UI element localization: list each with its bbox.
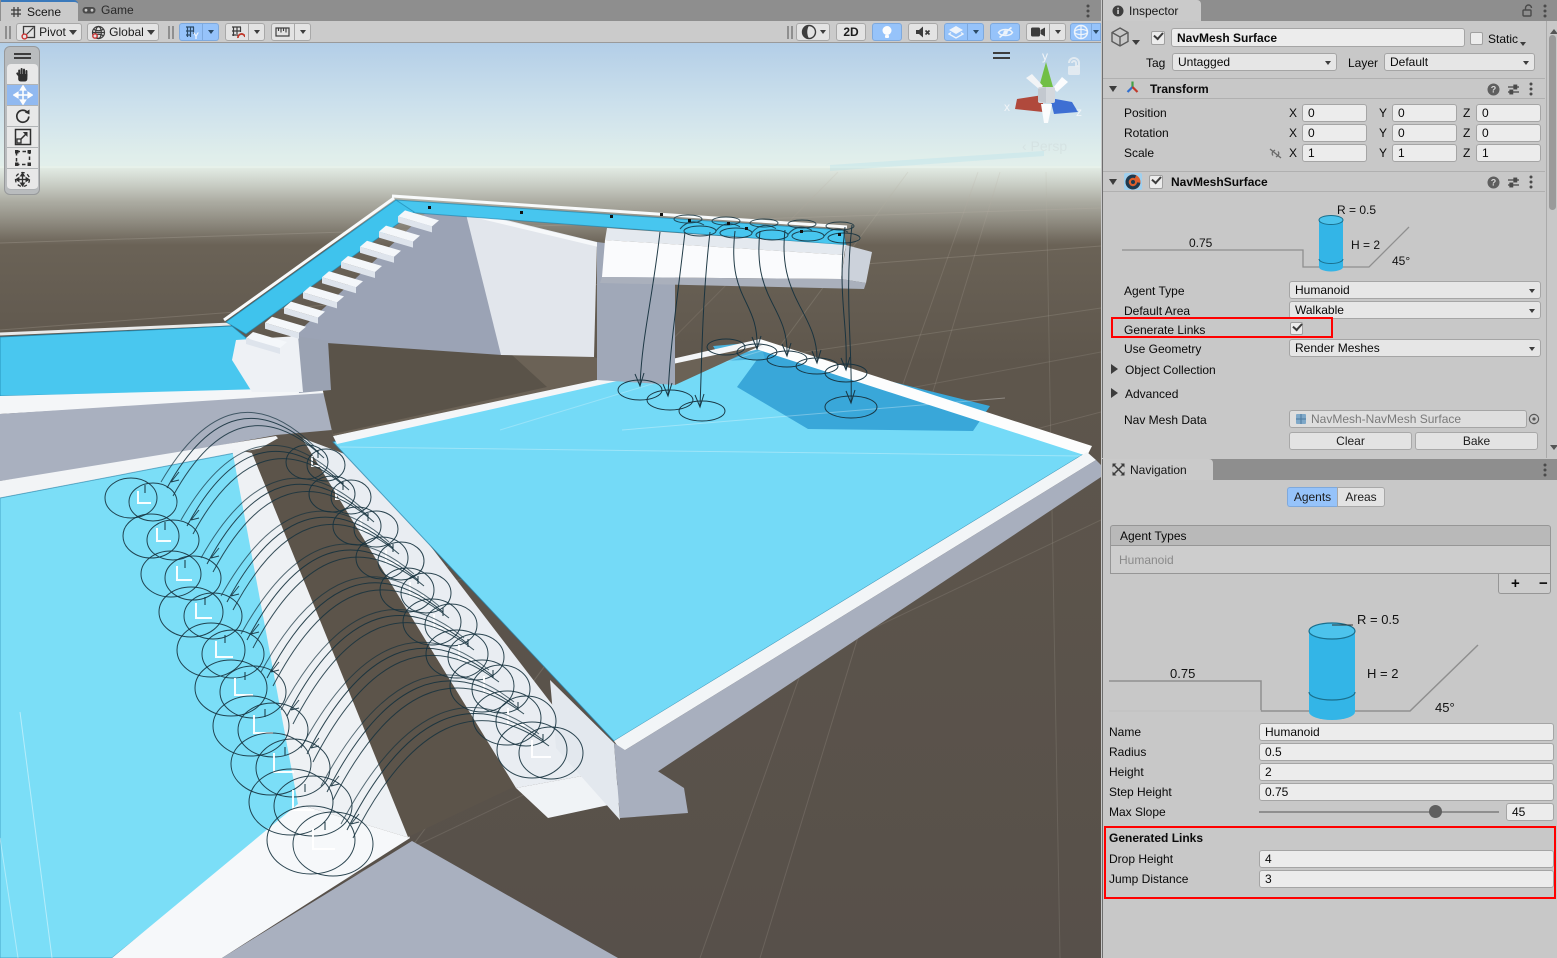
svg-text:45°: 45°	[1392, 254, 1410, 268]
svg-text:0.75: 0.75	[1170, 666, 1195, 681]
svg-text:H = 2: H = 2	[1367, 666, 1398, 681]
svg-text:H = 2: H = 2	[1351, 238, 1380, 252]
svg-text:R = 0.5: R = 0.5	[1357, 612, 1399, 627]
svg-text:z: z	[1076, 105, 1082, 119]
svg-text:Y: Y	[193, 31, 199, 40]
svg-text:‹ Persp: ‹ Persp	[1022, 138, 1067, 154]
svg-text:?: ?	[1491, 178, 1497, 188]
svg-text:R = 0.5: R = 0.5	[1337, 203, 1376, 217]
svg-text:?: ?	[1491, 85, 1497, 95]
svg-text:y: y	[1042, 49, 1048, 63]
svg-text:x: x	[1004, 100, 1010, 114]
svg-text:45°: 45°	[1435, 700, 1455, 715]
svg-text:0.75: 0.75	[1189, 236, 1213, 250]
